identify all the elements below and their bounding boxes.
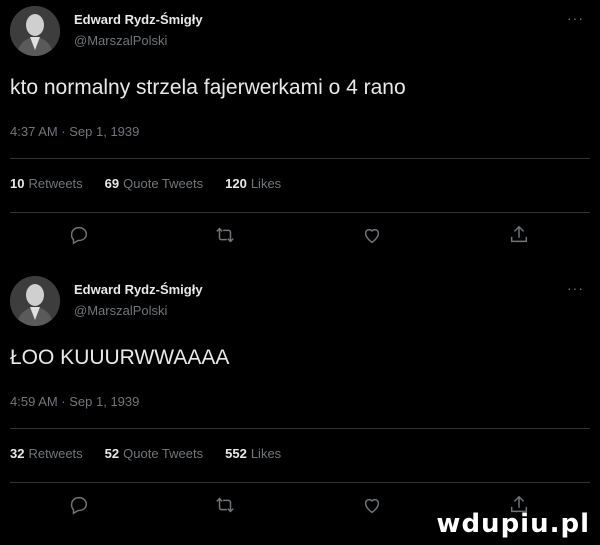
retweet-icon	[216, 227, 234, 243]
divider	[10, 212, 590, 213]
author-handle[interactable]: @MarszalPolski	[74, 303, 167, 318]
tweet-timestamp[interactable]: 4:37 AM · Sep 1, 1939	[10, 124, 139, 139]
avatar[interactable]	[10, 6, 60, 56]
divider	[10, 158, 590, 159]
divider	[10, 428, 590, 429]
retweet-icon	[216, 497, 234, 513]
reply-button[interactable]	[68, 494, 92, 518]
likes-label: Likes	[250, 176, 282, 191]
reply-button[interactable]	[68, 224, 92, 248]
avatar-portrait-icon	[10, 276, 60, 326]
author-handle[interactable]: @MarszalPolski	[74, 33, 167, 48]
author-name[interactable]: Edward Rydz-Śmigły	[74, 282, 203, 297]
likes-count: 120	[225, 176, 247, 191]
like-icon	[364, 498, 380, 514]
action-bar	[0, 224, 600, 248]
tweet-timestamp[interactable]: 4:59 AM · Sep 1, 1939	[10, 394, 139, 409]
reply-icon	[70, 226, 88, 245]
quotes-stat[interactable]: 52 Quote Tweets	[105, 446, 203, 461]
retweet-button[interactable]	[214, 494, 238, 518]
quotes-label: Quote Tweets	[123, 176, 204, 191]
tweet-text: ŁOO KUUURWWAAAA	[10, 346, 230, 369]
like-button[interactable]	[361, 224, 385, 248]
tweet-stats: 10 Retweets 69 Quote Tweets 120 Likes	[10, 176, 303, 191]
retweets-count: 10	[10, 176, 25, 191]
avatar[interactable]	[10, 276, 60, 326]
likes-label: Likes	[250, 446, 282, 461]
more-options-button[interactable]: ···	[567, 10, 584, 26]
quotes-count: 69	[104, 176, 120, 191]
retweets-count: 32	[10, 446, 25, 461]
avatar-portrait-icon	[10, 6, 60, 56]
quotes-stat[interactable]: 69 Quote Tweets	[105, 176, 203, 191]
share-icon	[510, 225, 528, 243]
retweets-stat[interactable]: 10 Retweets	[10, 176, 83, 191]
share-button[interactable]	[508, 224, 532, 248]
reply-icon	[70, 496, 88, 515]
site-watermark: wdupiu.pl	[436, 509, 590, 539]
retweets-stat[interactable]: 32 Retweets	[10, 446, 83, 461]
retweet-button[interactable]	[214, 224, 238, 248]
retweets-label: Retweets	[28, 176, 83, 191]
more-options-button[interactable]: ···	[567, 280, 584, 296]
divider	[10, 482, 590, 483]
quotes-count: 52	[104, 446, 120, 461]
like-button[interactable]	[361, 494, 385, 518]
retweets-label: Retweets	[28, 446, 83, 461]
author-name[interactable]: Edward Rydz-Śmigły	[74, 12, 203, 27]
quotes-label: Quote Tweets	[123, 446, 204, 461]
tweet-stats: 32 Retweets 52 Quote Tweets 552 Likes	[10, 446, 303, 461]
likes-stat[interactable]: 552 Likes	[225, 446, 281, 461]
like-icon	[364, 228, 380, 244]
likes-count: 552	[225, 446, 247, 461]
likes-stat[interactable]: 120 Likes	[225, 176, 281, 191]
tweet-text: kto normalny strzela fajerwerkami o 4 ra…	[10, 76, 406, 99]
